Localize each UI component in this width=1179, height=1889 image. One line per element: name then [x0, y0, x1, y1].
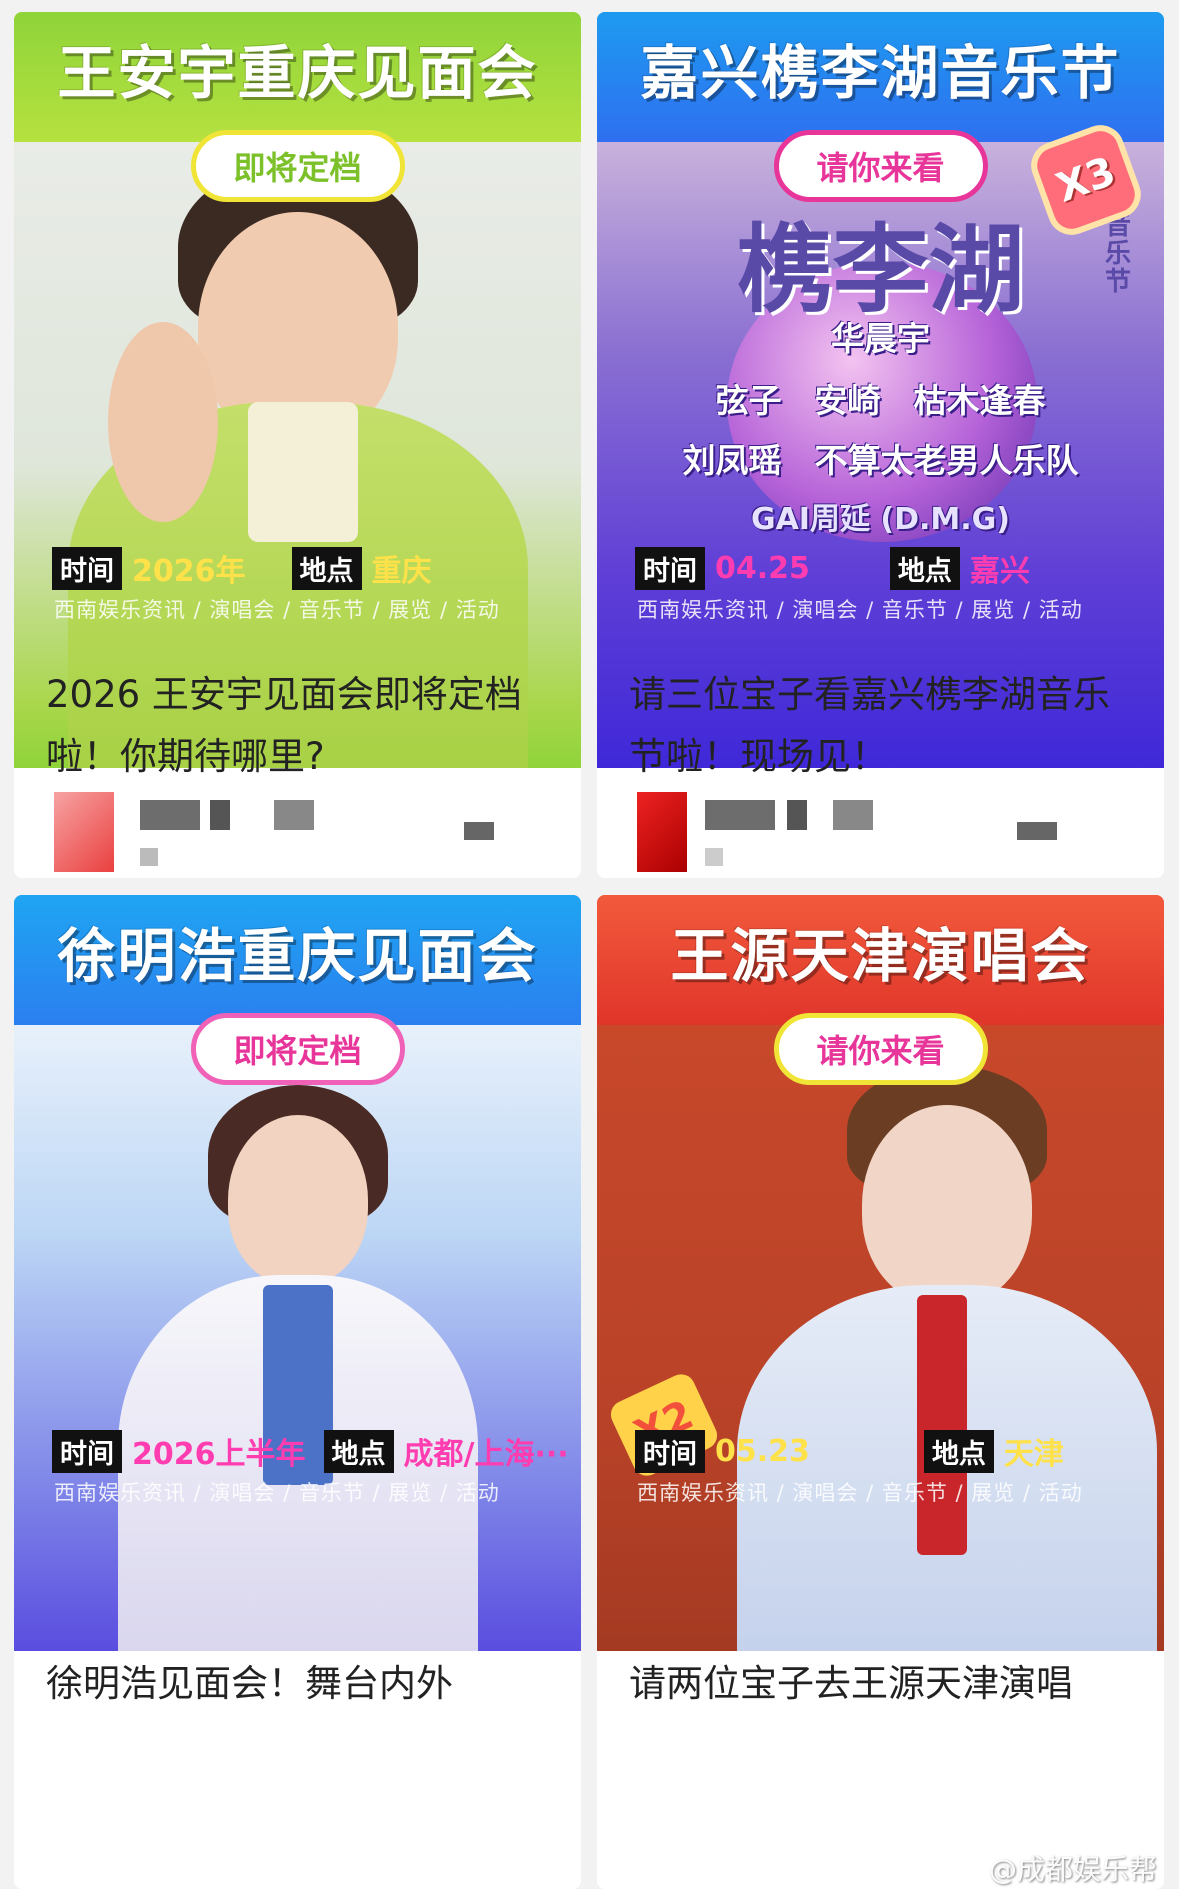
author-row[interactable] — [637, 792, 1140, 878]
post-caption[interactable]: 请两位宝子去王源天津演唱 — [629, 1653, 1134, 1715]
place-value: 嘉兴 — [969, 554, 1030, 589]
info-row: 时间 2026上半年 地点 成都/上海··· — [52, 1429, 569, 1473]
info-row: 时间 2026年 地点 重庆 — [52, 546, 561, 590]
category-line: 西南娱乐资讯 / 演唱会 / 音乐节 / 展览 / 活动 — [54, 1481, 500, 1505]
author-row[interactable] — [54, 792, 557, 878]
place-tag: 地点 — [923, 1429, 994, 1473]
status-pill: 即将定档 — [190, 1013, 405, 1085]
lineup-item: 华晨宇 — [831, 319, 930, 358]
post-cover-image[interactable]: 徐明浩重庆见面会 即将定档 时间 2026上半年 地点 成都/上海··· 西南娱… — [14, 895, 581, 1651]
watermark: @成都娱乐帮 — [988, 1853, 1157, 1886]
place-tag: 地点 — [323, 1429, 394, 1473]
post-cover-image[interactable]: 王安宇重庆见面会 即将定档 时间 2026年 地点 重庆 西南娱乐资讯 / 演唱… — [14, 12, 581, 768]
status-pill: 即将定档 — [190, 130, 405, 202]
category-line: 西南娱乐资讯 / 演唱会 / 音乐节 / 展览 / 活动 — [637, 1481, 1083, 1505]
poster-title: 王源天津演唱会 — [670, 922, 1091, 990]
post-card[interactable]: 嘉兴槜李湖音乐节 槜李湖 音乐节 华晨宇 弦子 安崎 枯木逢春 刘凤瑶 不算太老… — [597, 12, 1164, 878]
lineup-item: 刘凤瑶 不算太老男人乐队 — [682, 441, 1079, 480]
time-value: 04.25 — [715, 550, 810, 586]
place-tag: 地点 — [291, 546, 362, 590]
post-caption[interactable]: 徐明浩见面会！舞台内外 — [46, 1653, 551, 1715]
photo — [14, 1035, 581, 1651]
festival-logo-sub: 音乐节 — [1104, 211, 1131, 297]
category-line: 西南娱乐资讯 / 演唱会 / 音乐节 / 展览 / 活动 — [637, 598, 1083, 622]
avatar — [637, 792, 687, 872]
post-caption[interactable]: 请三位宝子看嘉兴槜李湖音乐节啦！现场见！ — [629, 664, 1134, 788]
poster-header: 王源天津演唱会 — [597, 895, 1164, 1025]
post-card[interactable]: 王源天津演唱会 请你来看 X2 时间 05.23 地点 天津 西南娱乐资讯 / … — [597, 895, 1164, 1889]
time-value: 05.23 — [715, 1433, 810, 1469]
poster-header: 嘉兴槜李湖音乐节 — [597, 12, 1164, 142]
poster-title: 王安宇重庆见面会 — [57, 39, 538, 107]
status-pill: 请你来看 — [773, 1013, 988, 1085]
post-card[interactable]: 徐明浩重庆见面会 即将定档 时间 2026上半年 地点 成都/上海··· 西南娱… — [14, 895, 581, 1889]
poster-header: 王安宇重庆见面会 — [14, 12, 581, 142]
status-pill: 请你来看 — [773, 130, 988, 202]
lineup-item: GAI周延 (D.M.G) — [750, 502, 1011, 537]
place-value: 天津 — [1003, 1437, 1064, 1472]
time-value: 2026年 — [132, 554, 246, 589]
place-tag: 地点 — [889, 546, 960, 590]
info-row: 时间 04.25 地点 嘉兴 — [635, 546, 1144, 590]
place-value: 成都/上海··· — [403, 1437, 569, 1472]
feed-grid: 王安宇重庆见面会 即将定档 时间 2026年 地点 重庆 西南娱乐资讯 / 演唱… — [0, 0, 1179, 1889]
time-tag: 时间 — [52, 546, 122, 590]
post-card[interactable]: 王安宇重庆见面会 即将定档 时间 2026年 地点 重庆 西南娱乐资讯 / 演唱… — [14, 12, 581, 878]
poster-title: 嘉兴槜李湖音乐节 — [640, 39, 1121, 107]
avatar — [54, 792, 114, 872]
poster-title: 徐明浩重庆见面会 — [57, 922, 538, 990]
lineup-item: 弦子 安崎 枯木逢春 — [715, 381, 1046, 420]
photo — [597, 1035, 1164, 1651]
time-tag: 时间 — [635, 1429, 705, 1473]
time-tag: 时间 — [635, 546, 705, 590]
place-value: 重庆 — [371, 554, 432, 589]
post-caption[interactable]: 2026 王安宇见面会即将定档啦！你期待哪里? — [46, 664, 551, 788]
info-row: 时间 05.23 地点 天津 — [635, 1429, 1144, 1473]
post-cover-image[interactable]: 王源天津演唱会 请你来看 X2 时间 05.23 地点 天津 西南娱乐资讯 / … — [597, 895, 1164, 1651]
post-cover-image[interactable]: 嘉兴槜李湖音乐节 槜李湖 音乐节 华晨宇 弦子 安崎 枯木逢春 刘凤瑶 不算太老… — [597, 12, 1164, 768]
poster-header: 徐明浩重庆见面会 — [14, 895, 581, 1025]
time-tag: 时间 — [52, 1429, 122, 1473]
category-line: 西南娱乐资讯 / 演唱会 / 音乐节 / 展览 / 活动 — [54, 598, 500, 622]
time-value: 2026上半年 — [132, 1437, 306, 1472]
